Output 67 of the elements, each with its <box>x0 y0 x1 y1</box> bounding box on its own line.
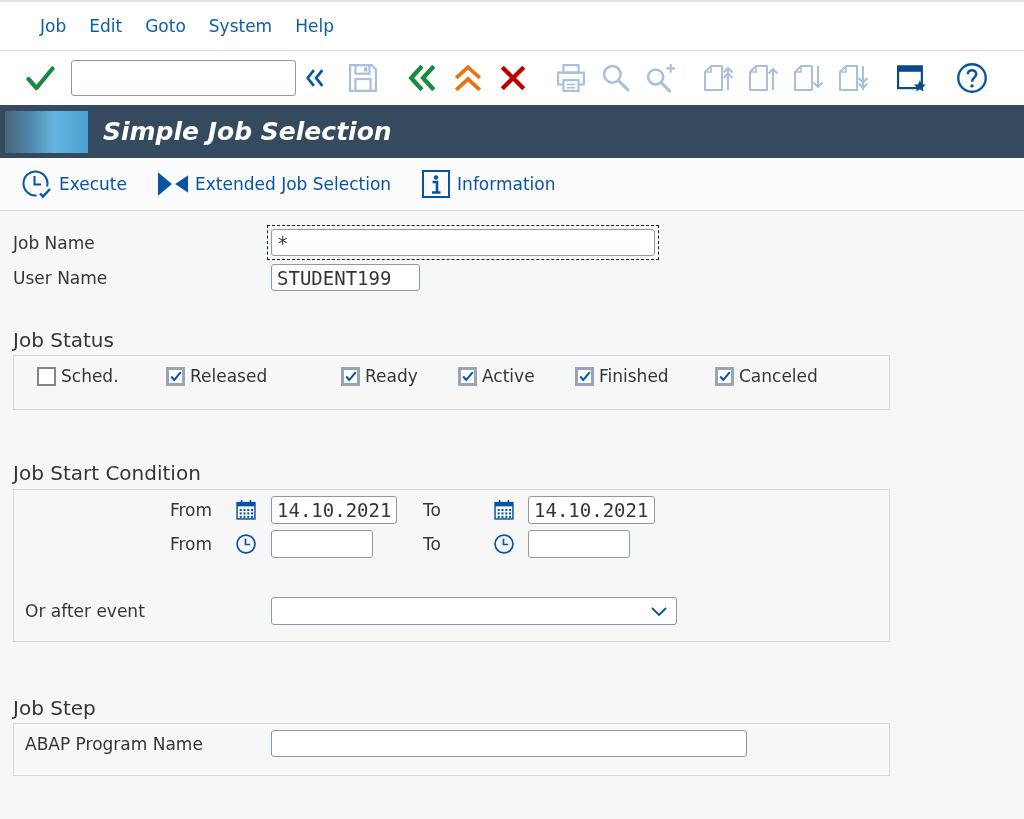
clock-icon <box>494 534 514 554</box>
checkbox[interactable] <box>341 366 360 386</box>
help-icon <box>956 63 987 93</box>
menu-item[interactable]: Edit <box>89 13 123 39</box>
page-arrow-down-icon <box>793 65 824 91</box>
check-icon <box>461 370 474 382</box>
clock-icon <box>236 534 256 554</box>
input-field[interactable]: STUDENT199 <box>271 264 420 291</box>
double-chevron-up-icon <box>453 63 482 93</box>
field-label: ABAP Program Name <box>25 733 204 754</box>
check-icon <box>578 370 591 382</box>
field-label: From <box>168 500 212 520</box>
execute-button[interactable]: Execute <box>20 166 129 202</box>
field-label: User Name <box>13 267 109 288</box>
checkbox-label: Ready <box>365 366 418 386</box>
printer-icon <box>556 64 585 92</box>
info-icon <box>422 170 451 198</box>
checkbox[interactable] <box>166 366 185 386</box>
check-icon <box>169 370 182 382</box>
input-field[interactable]: * <box>271 229 655 256</box>
time-field[interactable] <box>528 530 630 558</box>
field-label: To <box>423 534 442 554</box>
page-double-arrow-up-icon <box>703 65 734 91</box>
checkbox[interactable] <box>715 366 734 386</box>
dropdown-field[interactable] <box>271 597 677 625</box>
checkbox-label: Active <box>482 366 535 386</box>
checkbox-label: Released <box>190 366 268 386</box>
page-double-arrow-down-icon <box>838 65 869 91</box>
field-label: From <box>168 534 212 554</box>
chevron-down-icon <box>651 606 667 616</box>
date-field[interactable]: 14.10.2021 <box>271 496 397 524</box>
information-button[interactable]: Information <box>420 166 558 202</box>
check-icon <box>25 65 55 91</box>
calendar-icon <box>236 500 256 520</box>
bowtie-icon <box>158 172 188 196</box>
time-field[interactable] <box>271 530 373 558</box>
group-title: Job Start Condition <box>13 461 201 485</box>
double-chevron-left-icon <box>408 64 437 92</box>
check-icon <box>718 370 731 382</box>
menu-item[interactable]: Help <box>295 13 334 39</box>
checkbox-label: Sched. <box>61 366 119 386</box>
checkbox-label: Canceled <box>739 366 818 386</box>
extended-selection-button[interactable]: Extended Job Selection <box>156 166 394 202</box>
calendar-icon <box>494 500 514 520</box>
field-label: To <box>423 500 442 520</box>
page-arrow-up-icon <box>748 65 779 91</box>
double-chevron-left-icon <box>306 69 324 87</box>
checkbox[interactable] <box>37 366 56 386</box>
command-field[interactable] <box>71 60 296 96</box>
checkbox[interactable] <box>575 366 594 386</box>
check-icon <box>344 370 357 382</box>
menu-item[interactable]: Job <box>40 13 67 39</box>
checkbox-label: Finished <box>599 366 669 386</box>
field-label: Job Name <box>13 232 96 253</box>
search-icon <box>601 64 630 92</box>
group-title: Job Status <box>13 328 114 352</box>
field-label: Or after event <box>25 601 146 621</box>
group-title: Job Step <box>13 696 96 720</box>
menu-item[interactable]: Goto <box>145 13 186 39</box>
screen-title: Simple Job Selection <box>103 117 392 146</box>
clock-check-icon <box>22 169 52 199</box>
checkbox[interactable] <box>458 366 477 386</box>
input-field[interactable] <box>271 730 747 757</box>
date-field[interactable]: 14.10.2021 <box>528 496 655 524</box>
cross-icon <box>498 64 527 92</box>
search-plus-icon <box>645 63 676 93</box>
menu-item[interactable]: System <box>208 13 273 39</box>
